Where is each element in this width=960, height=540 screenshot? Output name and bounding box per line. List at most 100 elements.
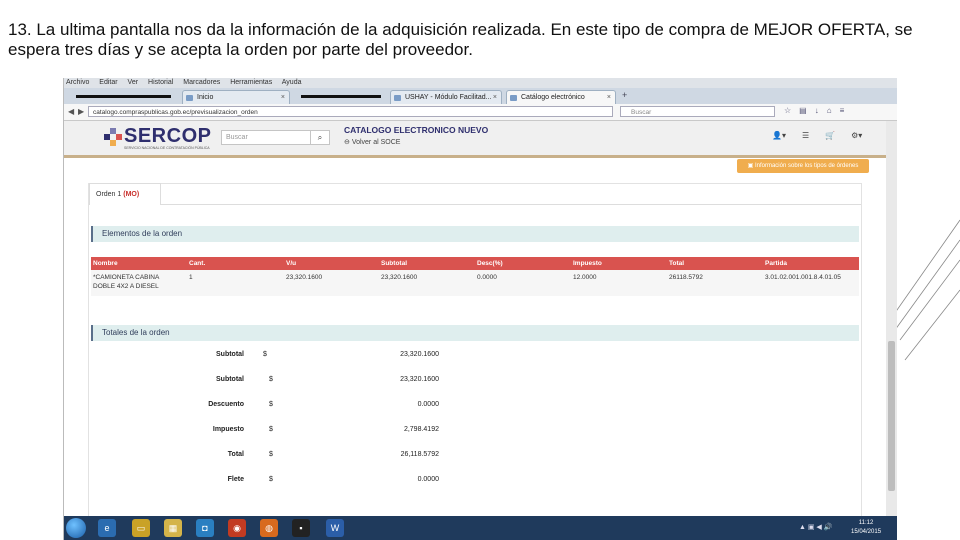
user-icon[interactable]: 👤▾ — [772, 131, 786, 140]
items-section-header: Elementos de la orden — [91, 226, 859, 242]
total-value: 2,798.4192 — [403, 426, 439, 433]
close-icon[interactable]: × — [607, 91, 611, 104]
tab-label: Inicio — [197, 94, 214, 101]
url-bar[interactable]: catalogo.compraspublicas.gob.ec/previsua… — [88, 106, 613, 117]
totals-row-impuesto: Impuesto $ 2,798.4192 — [139, 426, 439, 440]
menu-historial[interactable]: Historial — [148, 79, 173, 86]
sercop-logo[interactable]: SERCOP SERVICIO NACIONAL DE CONTRATACIÓN… — [104, 125, 214, 153]
page-icon — [510, 95, 517, 101]
system-tray-icons[interactable]: ▲ ▣ ◀ 🔊 — [799, 523, 832, 531]
total-label: Impuesto — [212, 426, 244, 433]
cell-nombre: *CAMIONETA CABINA DOBLE 4X2 A DIESEL — [93, 274, 159, 290]
col-subtotal: Subtotal — [381, 260, 407, 267]
back-to-soce-link[interactable]: ⊖ Volver al SOCE — [344, 138, 400, 146]
menu-marcadores[interactable]: Marcadores — [183, 79, 220, 86]
items-table-header: Nombre Cant. V/u Subtotal Desc(%) Impues… — [91, 257, 859, 270]
menu-ver[interactable]: Ver — [128, 79, 139, 86]
download-icon[interactable]: ↓ — [815, 106, 827, 115]
page-content: SERCOP SERVICIO NACIONAL DE CONTRATACIÓN… — [64, 121, 886, 518]
cell-subtotal: 23,320.1600 — [381, 274, 418, 281]
col-partida: Partida — [765, 260, 788, 267]
tab-catalogo[interactable]: Catálogo electrónico × — [506, 90, 616, 104]
new-tab-icon[interactable]: + — [622, 90, 627, 100]
redacted-tab — [301, 95, 381, 98]
terminal-icon[interactable]: ▪ — [292, 519, 310, 537]
back-arrow-icon[interactable]: ◀ — [68, 107, 74, 116]
bookmarks-icon[interactable]: ▤ — [799, 106, 815, 115]
totals-row-descuento: Descuento $ 0.0000 — [139, 401, 439, 415]
word-icon[interactable]: W — [326, 519, 344, 537]
total-value: 26,118.5792 — [400, 451, 439, 458]
total-currency: $ — [269, 451, 273, 458]
totals-row-total: Total $ 26,118.5792 — [139, 451, 439, 465]
folder-icon[interactable]: ▭ — [132, 519, 150, 537]
cell-cant: 1 — [189, 274, 193, 281]
back-link-label: Volver al SOCE — [351, 139, 401, 146]
total-value: 0.0000 — [417, 401, 439, 408]
total-label: Subtotal — [216, 376, 244, 383]
total-label: Descuento — [208, 401, 244, 408]
browser-menubar: Archivo Editar Ver Historial Marcadores … — [64, 78, 897, 88]
col-cant: Cant. — [189, 260, 206, 267]
menu-ayuda[interactable]: Ayuda — [282, 79, 302, 86]
totals-row-subtotal-2: Subtotal $ 23,320.1600 — [139, 376, 439, 390]
tab-label: USHAY - Módulo Facilitad... — [405, 94, 492, 101]
total-label: Subtotal — [216, 351, 244, 358]
search-icon: ⌕ — [317, 133, 323, 142]
home-icon[interactable]: ⌂ — [827, 106, 840, 115]
col-impuesto: Impuesto — [573, 260, 602, 267]
total-currency: $ — [263, 351, 267, 358]
close-icon[interactable]: × — [281, 91, 285, 104]
windows-taskbar: e ▭ ▦ ◘ ◉ ◍ ▪ W ▲ ▣ ◀ 🔊 11:12 15/04/2015 — [64, 516, 897, 540]
cart-icon[interactable]: 🛒 — [825, 131, 835, 140]
total-currency: $ — [269, 376, 273, 383]
ie-icon[interactable]: e — [98, 519, 116, 537]
info-button-label: Información sobre los tipos de órdenes — [754, 163, 859, 169]
logo-tagline: SERVICIO NACIONAL DE CONTRATACIÓN PÚBLIC… — [124, 146, 210, 150]
totals-row-subtotal: Subtotal $ 23,320.1600 — [139, 351, 439, 365]
chrome-icon[interactable]: ◉ — [228, 519, 246, 537]
logo-name: SERCOP — [124, 125, 212, 147]
page-icon — [394, 95, 401, 101]
page-scrollbar[interactable] — [886, 121, 897, 516]
menu-archivo[interactable]: Archivo — [66, 79, 89, 86]
files-icon[interactable]: ▦ — [164, 519, 182, 537]
scrollbar-thumb[interactable] — [888, 341, 895, 491]
clock-time: 11:12 — [858, 520, 874, 526]
star-icon[interactable]: ☆ — [784, 106, 799, 115]
catalog-title: CATALOGO ELECTRONICO NUEVO — [344, 125, 489, 135]
start-button[interactable] — [66, 518, 86, 538]
cell-impuesto: 12.0000 — [573, 274, 597, 281]
cell-vu: 23,320.1600 — [286, 274, 323, 281]
col-vu: V/u — [286, 260, 297, 267]
total-label: Flete — [227, 476, 244, 483]
menu-editar[interactable]: Editar — [99, 79, 117, 86]
firefox-icon[interactable]: ◍ — [260, 519, 278, 537]
page-icon — [186, 95, 193, 101]
col-nombre: Nombre — [93, 260, 118, 267]
total-value: 23,320.1600 — [400, 376, 439, 383]
total-label: Total — [227, 451, 244, 458]
menu-herramientas[interactable]: Herramientas — [230, 79, 272, 86]
cell-partida: 3.01.02.001.001.8.4.01.05 — [765, 274, 841, 281]
app-icon[interactable]: ◘ — [196, 519, 214, 537]
tab-inicio[interactable]: Inicio × — [182, 90, 290, 104]
gear-icon[interactable]: ⚙▾ — [851, 131, 862, 140]
tab-ushay[interactable]: USHAY - Módulo Facilitad... × — [390, 90, 502, 104]
close-icon[interactable]: × — [493, 91, 497, 104]
redacted-tab — [76, 95, 171, 98]
order-tab-code: (MO) — [123, 191, 140, 198]
totals-section-header: Totales de la orden — [91, 325, 859, 341]
taskbar-clock[interactable]: 11:12 15/04/2015 — [851, 519, 881, 537]
forward-arrow-icon[interactable]: ▶ — [78, 107, 84, 116]
list-icon[interactable]: ☰ — [802, 131, 809, 140]
tab-orden-1[interactable]: Orden 1 (MO) — [89, 183, 161, 205]
menu-icon[interactable]: ≡ — [840, 106, 853, 115]
total-value: 0.0000 — [417, 476, 439, 483]
browser-search-input[interactable]: Buscar — [620, 106, 775, 117]
site-header: SERCOP SERVICIO NACIONAL DE CONTRATACIÓN… — [64, 121, 886, 158]
search-button[interactable]: ⌕ — [310, 130, 330, 145]
order-types-info-button[interactable]: ▣ Información sobre los tipos de órdenes — [737, 159, 869, 173]
cell-desc: 0.0000 — [477, 274, 497, 281]
browser-toolbar: ◀ ▶ catalogo.compraspublicas.gob.ec/prev… — [64, 104, 897, 121]
